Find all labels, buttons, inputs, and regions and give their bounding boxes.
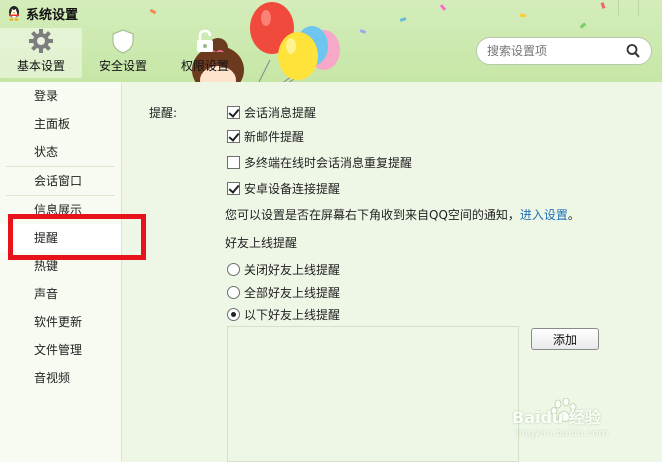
settings-sidebar: 登录 主面板 状态 会话窗口 信息展示 提醒 热键 声音 软件更新 文件管理 音… [0, 82, 122, 462]
settings-tabs: 基本设置 安全设置 权限设置 [0, 28, 246, 78]
search-input[interactable] [487, 44, 625, 58]
multi-device-repeat-reminder-checkbox[interactable] [227, 155, 240, 169]
search-icon[interactable] [625, 43, 641, 59]
watermark-subtext: jingyan.baidu.com [516, 428, 609, 439]
qq-penguin-icon [6, 5, 22, 21]
friend-online-title: 好友上线提醒 [225, 236, 298, 250]
multi-device-repeat-reminder-option[interactable]: 多终端在线时会话消息重复提醒 [227, 154, 412, 170]
sidebar-item-info-display[interactable]: 信息展示 [0, 196, 121, 224]
all-friends-online-option[interactable]: 全部好友上线提醒 [227, 284, 340, 300]
confetti-decoration [399, 17, 407, 22]
disable-friend-online-radio[interactable] [227, 262, 240, 276]
baidu-watermark: Baidu 经验 jingyan.baidu.com [512, 398, 632, 442]
selected-friends-online-option[interactable]: 以下好友上线提醒 [227, 306, 340, 322]
android-connect-reminder-checkbox[interactable] [227, 181, 240, 195]
title-bar: 系统设置 [6, 4, 79, 23]
all-friends-online-radio[interactable] [227, 285, 240, 299]
radio-label: 关闭好友上线提醒 [244, 262, 341, 277]
add-friend-button[interactable]: 添加 [531, 328, 599, 350]
new-mail-reminder-option[interactable]: 新邮件提醒 [227, 128, 304, 144]
tab-permission-settings[interactable]: 权限设置 [164, 28, 246, 78]
window-title: 系统设置 [26, 7, 79, 23]
checkbox-label: 多终端在线时会话消息重复提醒 [244, 155, 413, 170]
selected-friends-online-radio[interactable] [227, 307, 240, 321]
sidebar-item-login[interactable]: 登录 [0, 82, 121, 110]
sidebar-item-status[interactable]: 状态 [0, 138, 121, 166]
sidebar-item-software-update[interactable]: 软件更新 [0, 308, 121, 336]
window-controls [618, 0, 658, 16]
minimize-button[interactable] [618, 0, 638, 16]
disable-friend-online-option[interactable]: 关闭好友上线提醒 [227, 261, 340, 277]
confetti-decoration [579, 22, 587, 29]
tab-basic-settings[interactable]: 基本设置 [0, 28, 82, 78]
friend-list-box[interactable] [227, 326, 519, 462]
confetti-decoration [149, 8, 157, 15]
checkbox-label: 安卓设备连接提醒 [244, 181, 341, 196]
shield-icon [110, 28, 136, 54]
reminder-section-label: 提醒: [149, 106, 178, 120]
tab-security-settings[interactable]: 安全设置 [82, 28, 164, 78]
watermark-text: Baidu 经验 [512, 408, 601, 427]
radio-label: 以下好友上线提醒 [244, 307, 341, 322]
chat-message-reminder-option[interactable]: 会话消息提醒 [227, 104, 316, 120]
android-connect-reminder-option[interactable]: 安卓设备连接提醒 [227, 180, 340, 196]
sidebar-item-main-panel[interactable]: 主面板 [0, 110, 121, 138]
sidebar-item-reminder[interactable]: 提醒 [0, 224, 121, 252]
confetti-decoration [519, 13, 527, 18]
header: 系统设置 基本设置 安全设置 权限设置 搜索设置项 [0, 0, 662, 82]
qzone-notice-end: 。 [567, 208, 580, 222]
checkbox-label: 新邮件提醒 [244, 129, 305, 144]
checkbox-label: 会话消息提醒 [244, 105, 317, 120]
tab-label: 基本设置 [16, 59, 65, 73]
qzone-notice-text: 您可以设置是否在屏幕右下角收到来自QQ空间的通知， [225, 208, 520, 222]
sidebar-item-audio-video[interactable]: 音视频 [0, 364, 121, 392]
sidebar-item-hotkeys[interactable]: 热键 [0, 252, 121, 280]
confetti-decoration [600, 2, 606, 9]
radio-label: 全部好友上线提醒 [244, 285, 341, 300]
sidebar-item-sound[interactable]: 声音 [0, 280, 121, 308]
enter-settings-link[interactable]: 进入设置 [520, 208, 568, 222]
new-mail-reminder-checkbox[interactable] [227, 129, 240, 143]
qzone-notice: 您可以设置是否在屏幕右下角收到来自QQ空间的通知，进入设置。 [225, 206, 580, 223]
close-button[interactable] [638, 0, 658, 16]
lock-icon [192, 28, 218, 54]
tab-label: 安全设置 [98, 59, 147, 73]
sidebar-item-chat-window[interactable]: 会话窗口 [0, 167, 121, 195]
confetti-decoration [439, 4, 447, 11]
tab-label: 权限设置 [180, 59, 229, 73]
chat-message-reminder-checkbox[interactable] [227, 105, 240, 119]
sidebar-item-file-management[interactable]: 文件管理 [0, 336, 121, 364]
search-box[interactable] [476, 37, 652, 65]
gear-icon [28, 28, 54, 54]
